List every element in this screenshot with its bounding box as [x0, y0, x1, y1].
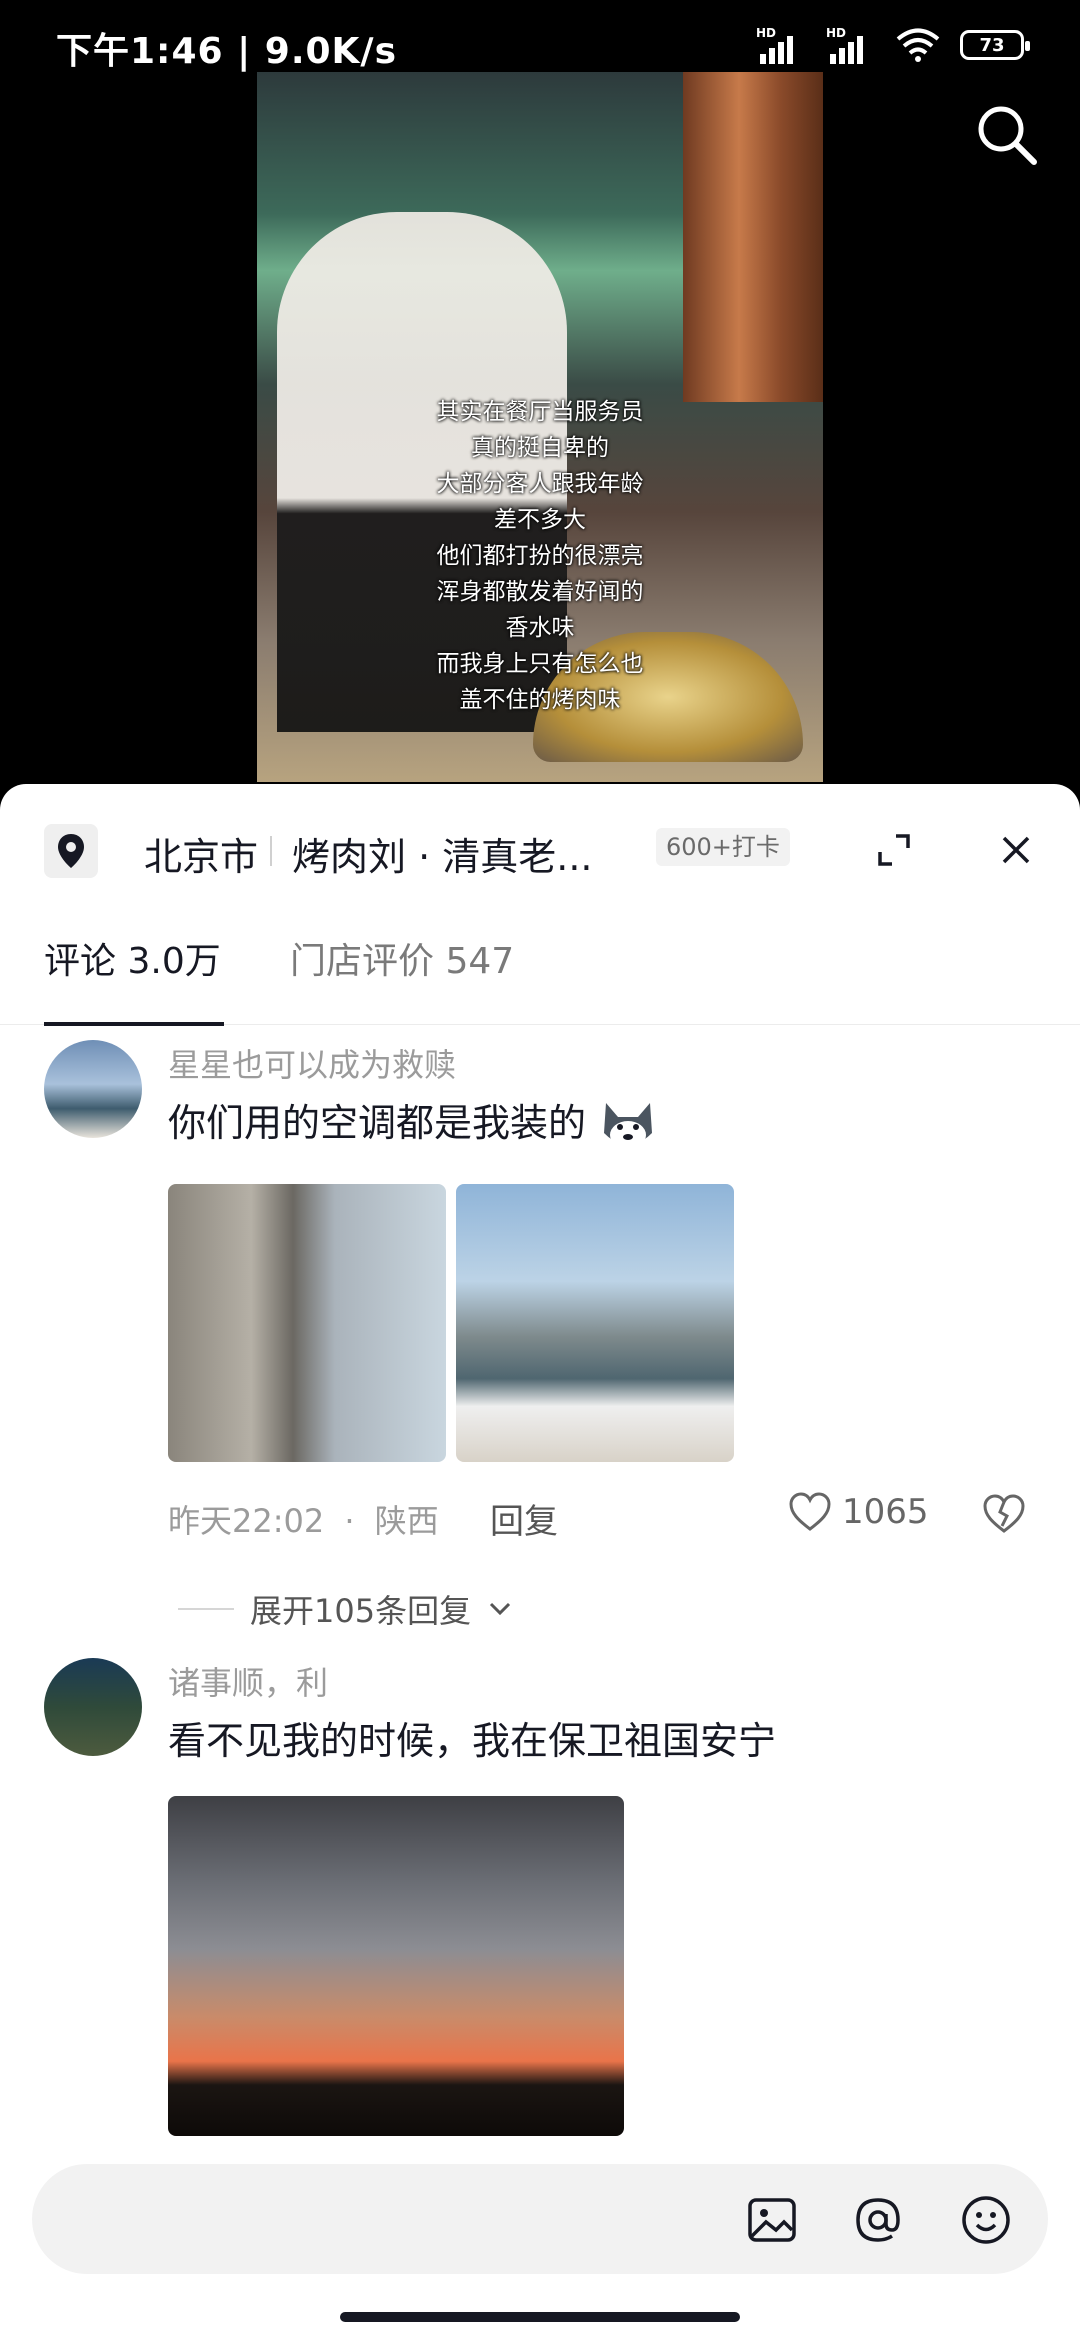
expand-replies-divider	[178, 1608, 234, 1610]
heart-icon	[789, 1492, 831, 1531]
search-icon[interactable]	[972, 100, 1042, 170]
video-scene-pipe	[683, 72, 823, 402]
location-pin-icon	[44, 824, 98, 878]
tab-active-indicator	[44, 1022, 224, 1026]
comment-username[interactable]: 诸事顺，利	[168, 1658, 328, 1704]
expand-icon[interactable]	[872, 828, 916, 872]
comment-text-content: 你们用的空调都是我装的	[168, 1101, 587, 1145]
tab-reviews-label: 门店评价	[290, 941, 435, 982]
like-button[interactable]: 1065	[788, 1492, 929, 1532]
at-icon[interactable]	[850, 2192, 906, 2248]
expand-replies-button[interactable]: 展开105条回复	[178, 1586, 513, 1632]
caption-line: 而我身上只有怎么也	[436, 651, 644, 677]
image-icon[interactable]	[744, 2192, 800, 2248]
expand-replies-label: 展开105条回复	[250, 1592, 472, 1630]
cellular-signal-icon: HD	[756, 26, 806, 64]
battery-icon: 73	[960, 30, 1030, 60]
video-frame[interactable]: 其实在餐厅当服务员 真的挺自卑的 大部分客人跟我年龄 差不多大 他们都打扮的很漂…	[257, 72, 823, 782]
cellular-signal-icon-2: HD	[826, 26, 876, 64]
caption-line: 香水味	[505, 615, 575, 641]
network-speed: 9.0K/s	[264, 31, 398, 72]
wifi-icon	[896, 28, 940, 62]
comment-sheet: 北京市 烤肉刘 · 清真老... 600+打卡 评论 3.0万 门店评价 547…	[0, 784, 1080, 2340]
caption-line: 其实在餐厅当服务员	[436, 399, 644, 425]
chevron-down-icon	[490, 1602, 511, 1616]
tab-reviews-count: 547	[445, 941, 515, 982]
video-player[interactable]: 其实在餐厅当服务员 真的挺自卑的 大部分客人跟我年龄 差不多大 他们都打扮的很漂…	[0, 72, 1080, 792]
caption-line: 大部分客人跟我年龄	[436, 471, 644, 497]
status-time: 下午1:46 | 9.0K/s	[56, 31, 398, 72]
location-place[interactable]: 烤肉刘 · 清真老...	[292, 826, 592, 881]
comment-text: 看不见我的时候，我在保卫祖国安宁	[168, 1719, 777, 1763]
comment-image[interactable]	[168, 1796, 624, 2136]
comment-time: 昨天22:02	[168, 1502, 325, 1540]
clock: 下午1:46	[56, 31, 224, 72]
caption-line: 差不多大	[494, 507, 586, 533]
tab-comments-label: 评论	[44, 941, 117, 982]
caption-line: 他们都打扮的很漂亮	[436, 543, 644, 569]
avatar[interactable]	[44, 1658, 142, 1756]
caption-line: 盖不住的烤肉味	[459, 687, 621, 713]
status-icons: HD HD 73	[756, 26, 1030, 64]
caption-line: 浑身都散发着好闻的	[436, 579, 644, 605]
checkin-badge: 600+打卡	[656, 828, 790, 866]
husky-emoji-icon	[604, 1102, 653, 1149]
video-caption: 其实在餐厅当服务员 真的挺自卑的 大部分客人跟我年龄 差不多大 他们都打扮的很漂…	[257, 394, 823, 718]
home-indicator[interactable]	[340, 2312, 740, 2322]
close-icon[interactable]	[994, 828, 1038, 872]
emoji-icon[interactable]	[958, 2192, 1014, 2248]
caption-line: 真的挺自卑的	[471, 435, 609, 461]
comment-image[interactable]	[168, 1184, 446, 1462]
comment-text: 你们用的空调都是我装的	[168, 1092, 658, 1155]
tab-comments[interactable]: 评论 3.0万	[44, 932, 221, 984]
comment-input[interactable]	[92, 2194, 656, 2246]
tab-comments-count: 3.0万	[127, 941, 221, 982]
comment-username[interactable]: 星星也可以成为救赎	[168, 1040, 456, 1086]
comment-input-bar	[32, 2164, 1048, 2274]
battery-level: 73	[979, 34, 1005, 56]
broken-heart-icon[interactable]	[982, 1494, 1026, 1534]
comment-region: 陕西	[374, 1502, 439, 1540]
location-city[interactable]: 北京市	[144, 826, 258, 881]
location-bar[interactable]: 北京市 烤肉刘 · 清真老... 600+打卡	[0, 784, 1080, 914]
like-count: 1065	[842, 1492, 929, 1532]
avatar[interactable]	[44, 1040, 142, 1138]
comment-meta: 昨天22:02 · 陕西	[168, 1502, 439, 1540]
reply-button[interactable]: 回复	[490, 1494, 558, 1543]
comment-image[interactable]	[456, 1184, 734, 1462]
location-divider	[270, 836, 272, 866]
tab-store-reviews[interactable]: 门店评价 547	[290, 932, 514, 984]
tab-bar: 评论 3.0万 门店评价 547	[0, 924, 1080, 1026]
